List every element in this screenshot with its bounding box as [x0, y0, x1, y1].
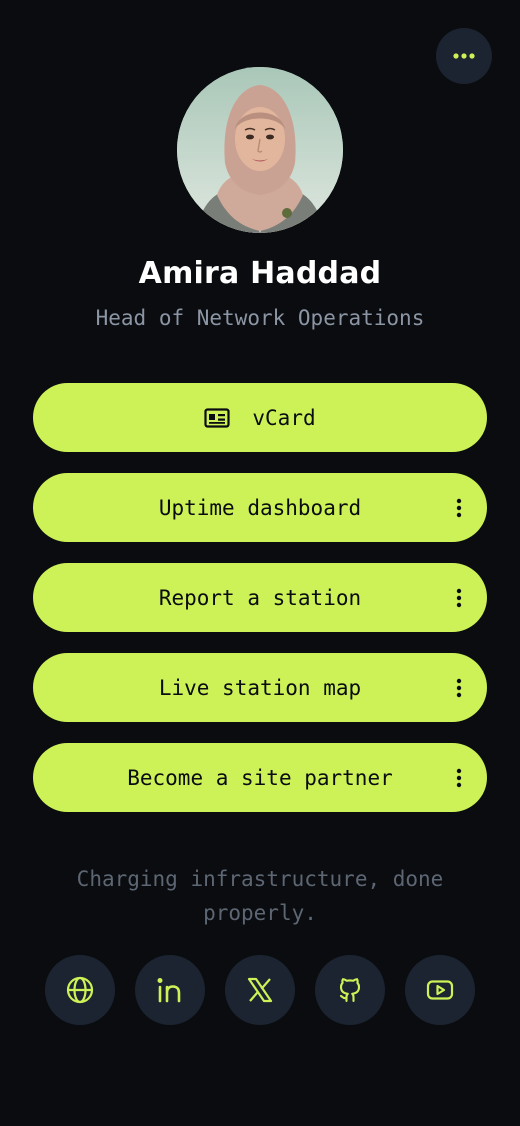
- report-station-button[interactable]: Report a station: [33, 563, 487, 632]
- social-links: [45, 955, 475, 1025]
- avatar-portrait: [177, 67, 343, 233]
- profile-role: Head of Network Operations: [95, 306, 425, 330]
- more-horizontal-icon: [453, 53, 475, 59]
- x-icon: [247, 977, 273, 1003]
- youtube-icon: [426, 980, 454, 1000]
- become-site-partner-label: Become a site partner: [127, 765, 393, 790]
- website-link[interactable]: [45, 955, 115, 1025]
- linkedin-link[interactable]: [135, 955, 205, 1025]
- more-vertical-icon[interactable]: [449, 584, 469, 612]
- more-vertical-icon[interactable]: [449, 494, 469, 522]
- live-station-map-label: Live station map: [158, 675, 362, 700]
- profile-tagline: Charging infrastructure, done properly.: [76, 867, 444, 925]
- avatar: [177, 67, 343, 233]
- uptime-dashboard-label: Uptime dashboard: [158, 495, 362, 520]
- globe-icon: [66, 976, 94, 1004]
- youtube-link[interactable]: [405, 955, 475, 1025]
- become-site-partner-button[interactable]: Become a site partner: [33, 743, 487, 812]
- more-options-button[interactable]: [436, 28, 492, 84]
- vcard-label: vCard: [252, 405, 316, 430]
- github-link[interactable]: [315, 955, 385, 1025]
- contact-card-icon: [204, 407, 230, 428]
- report-station-label: Report a station: [158, 585, 362, 610]
- link-list: vCard Uptime dashboard Report a station …: [33, 383, 487, 833]
- more-vertical-icon[interactable]: [449, 674, 469, 702]
- github-icon: [339, 978, 361, 1003]
- x-link[interactable]: [225, 955, 295, 1025]
- live-station-map-button[interactable]: Live station map: [33, 653, 487, 722]
- more-vertical-icon[interactable]: [449, 764, 469, 792]
- linkedin-icon: [157, 978, 181, 1003]
- uptime-dashboard-button[interactable]: Uptime dashboard: [33, 473, 487, 542]
- profile-name: Amira Haddad: [138, 256, 382, 291]
- vcard-button[interactable]: vCard: [33, 383, 487, 452]
